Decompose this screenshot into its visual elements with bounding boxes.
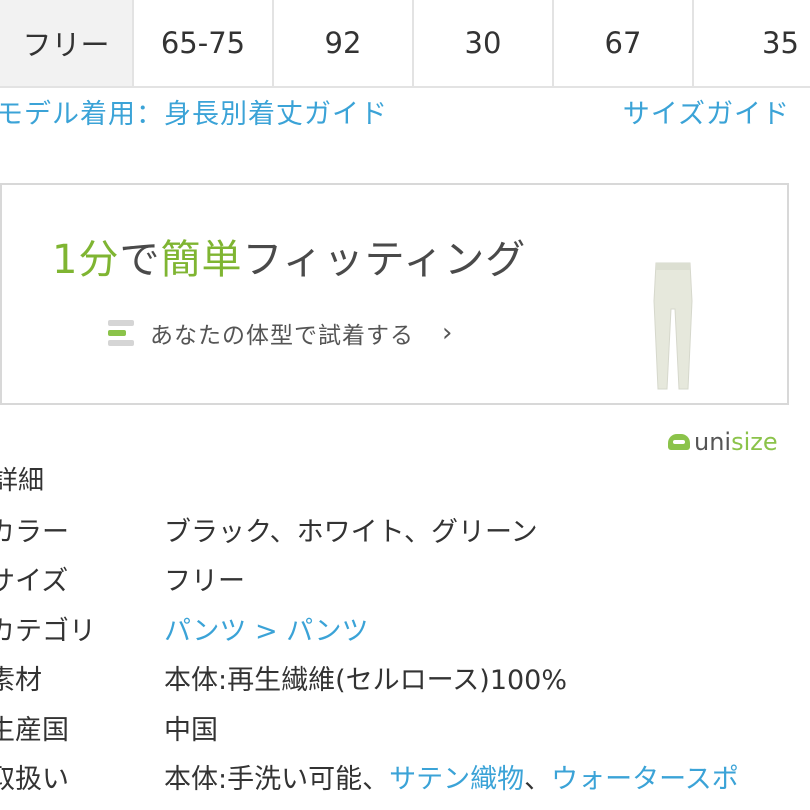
size-label-cell: フリー — [0, 0, 134, 88]
table-row: フリー 65-75 92 30 67 35 — [0, 0, 810, 88]
detail-value: パンツ > パンツ — [164, 616, 369, 647]
detail-value: フリー — [164, 566, 245, 597]
detail-value: 本体:手洗い可能、サテン織物、ウォータースポ — [164, 764, 739, 795]
detail-key: 取扱い — [0, 764, 69, 795]
guide-links: モデル着用：身長別着丈ガイド サイズガイド — [0, 88, 810, 131]
detail-key: カテゴリ — [0, 616, 96, 647]
category-link-pants[interactable]: パンツ — [164, 616, 246, 647]
details-title: 詳細 — [0, 466, 45, 496]
chevron-right-icon: › — [442, 318, 453, 348]
detail-value: 本体:再生繊維(セルロース)100% — [164, 665, 568, 696]
model-height-guide-link[interactable]: モデル着用：身長別着丈ガイド — [0, 92, 388, 131]
unisize-brand[interactable]: uni size — [668, 428, 778, 456]
detail-key: 素材 — [0, 665, 42, 696]
detail-row-category: カテゴリ パンツ > パンツ — [0, 609, 810, 657]
detail-value: 中国 — [164, 715, 218, 746]
size-value-cell: 35 — [692, 0, 810, 88]
detail-row-size: サイズ フリー — [0, 559, 810, 607]
size-value-cell: 67 — [552, 0, 694, 88]
size-value-cell: 65-75 — [132, 0, 274, 88]
banner-title: 1分で簡単フィッティング — [52, 237, 527, 283]
unisize-logo-icon — [668, 434, 690, 450]
size-table: フリー 65-75 92 30 67 35 — [0, 0, 810, 88]
size-value-cell: 92 — [272, 0, 414, 88]
subcategory-link-pants[interactable]: パンツ — [286, 616, 368, 647]
detail-row-color: カラー ブラック、ホワイト、グリーン — [0, 510, 810, 558]
detail-key: カラー — [0, 517, 69, 548]
detail-value: ブラック、ホワイト、グリーン — [164, 517, 538, 548]
care-link-water-sports[interactable]: ウォータースポ — [551, 764, 739, 795]
try-on-link[interactable]: あなたの体型で試着する › — [108, 313, 452, 353]
size-value-cell: 30 — [412, 0, 554, 88]
detail-row-material: 素材 本体:再生繊維(セルロース)100% — [0, 658, 810, 706]
size-guide-link[interactable]: サイズガイド — [623, 92, 790, 131]
detail-row-origin: 生産国 中国 — [0, 708, 810, 756]
pants-icon — [653, 262, 693, 390]
care-link-satin[interactable]: サテン織物 — [389, 764, 524, 795]
detail-row-care: 取扱い 本体:手洗い可能、サテン織物、ウォータースポ — [0, 757, 810, 805]
list-lines-icon — [108, 316, 138, 350]
fitting-banner[interactable]: 1分で簡単フィッティング あなたの体型で試着する › — [0, 183, 789, 405]
detail-key: 生産国 — [0, 715, 69, 746]
detail-key: サイズ — [0, 566, 69, 597]
try-on-label: あなたの体型で試着する — [150, 323, 414, 349]
